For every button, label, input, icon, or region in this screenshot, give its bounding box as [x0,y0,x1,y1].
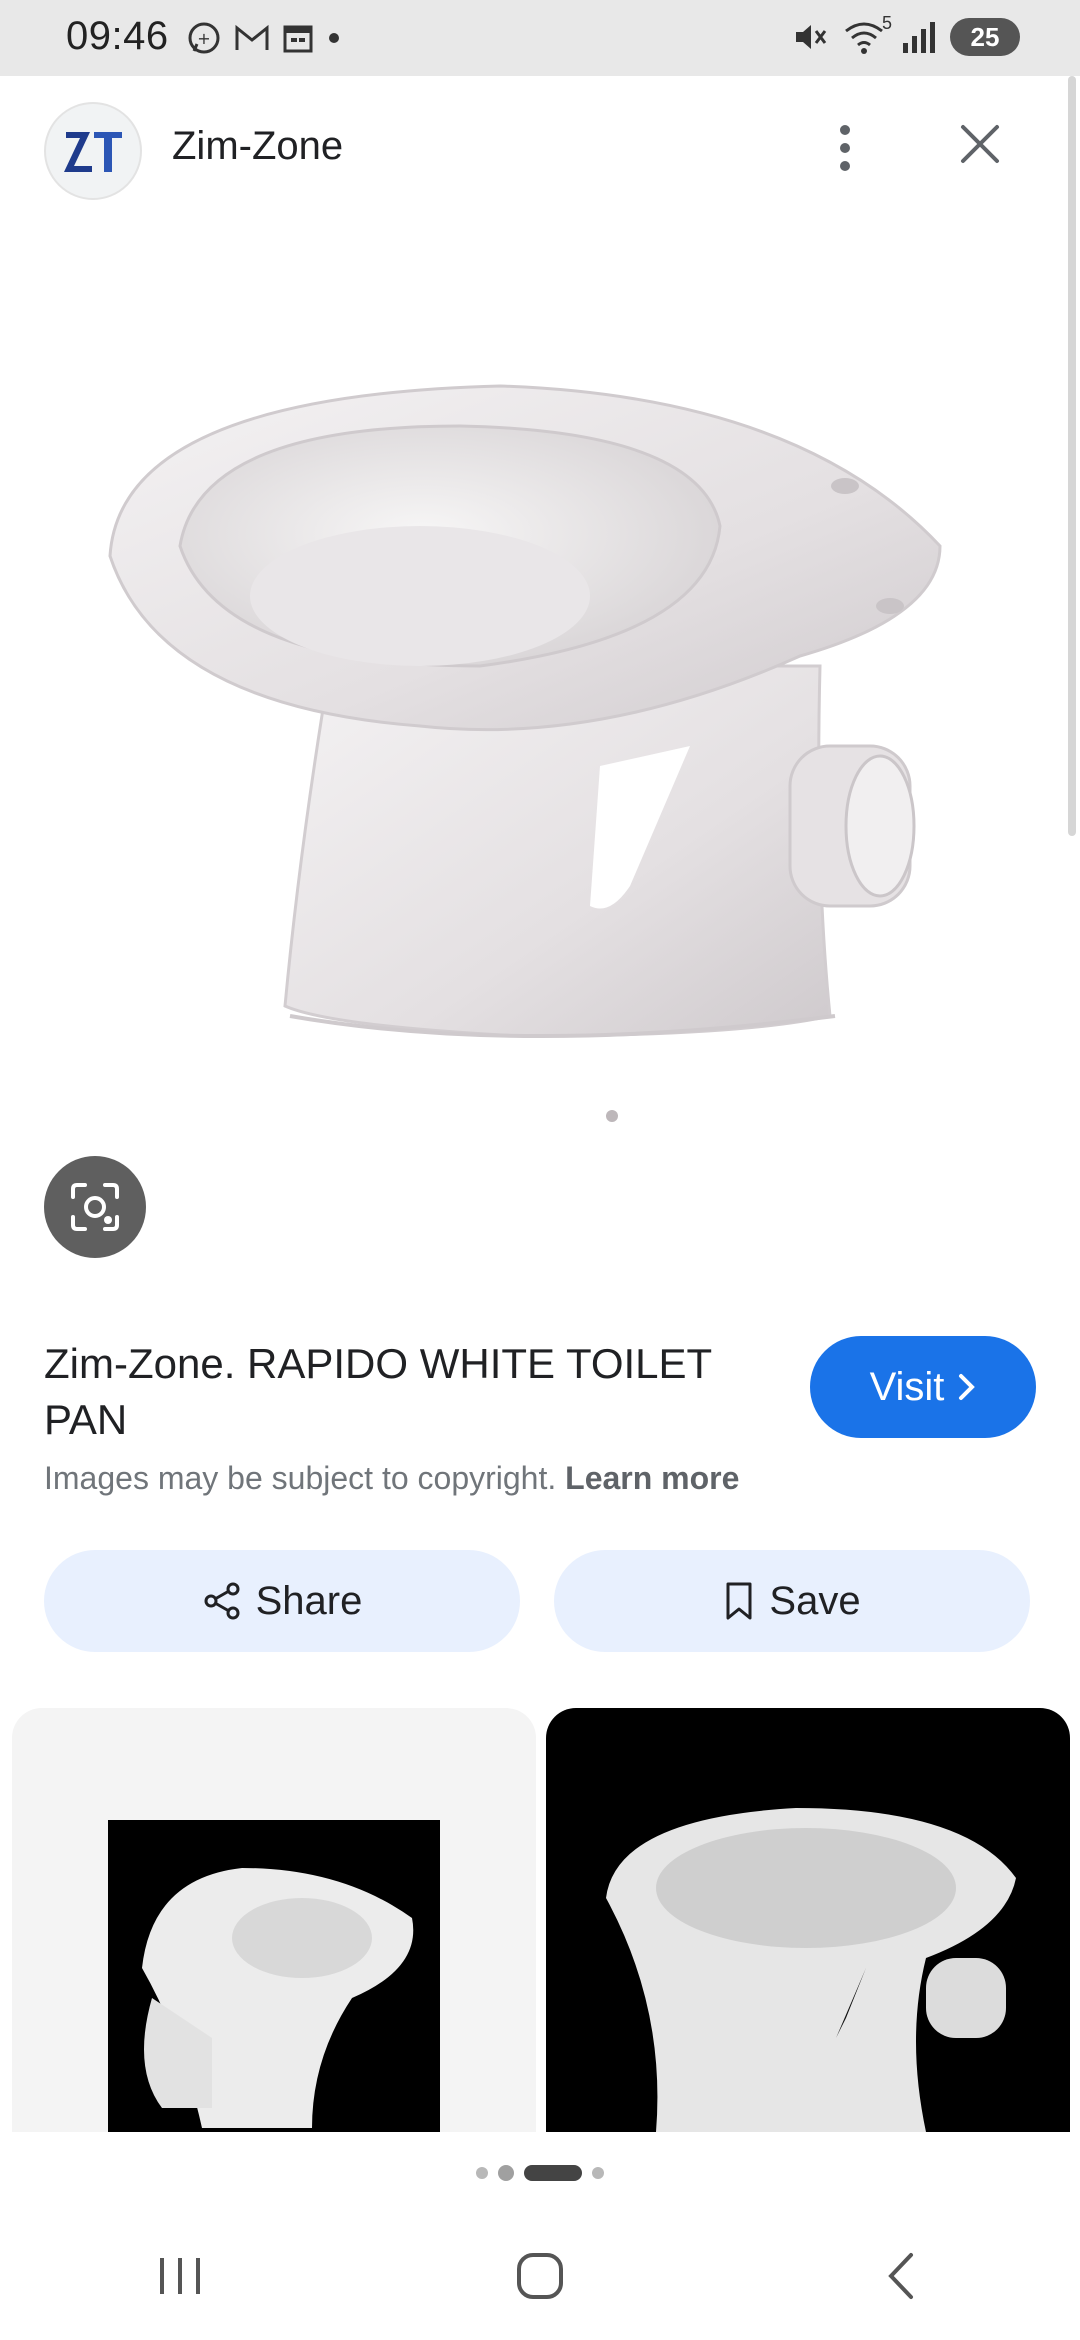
wifi-status: 5 [842,13,892,55]
pager-dot [498,2165,514,2181]
google-lens-button[interactable] [44,1156,146,1258]
close-button[interactable] [950,114,1010,174]
status-bar: 09:46 + 5 25 [0,0,1080,76]
save-button[interactable]: Save [554,1550,1030,1652]
pager-dot-active [524,2165,582,2181]
main-product-image[interactable] [0,226,1080,1266]
close-icon [961,125,999,163]
pager-dot [592,2167,604,2179]
zim-zone-logo-icon [64,132,122,172]
notification-icons: + [186,20,342,56]
home-button[interactable] [480,2226,600,2326]
system-nav-bar [0,2212,1080,2340]
back-icon [888,2253,913,2299]
whatsapp-icon: + [188,22,220,54]
site-logo[interactable] [44,102,142,200]
back-button[interactable] [840,2226,960,2326]
copyright-text: Images may be subject to copyright. [44,1460,557,1496]
share-button[interactable]: Share [44,1550,520,1652]
site-name: Zim-Zone [172,124,344,168]
status-time: 09:46 [66,14,169,58]
header: Zim-Zone [0,76,1080,226]
save-label: Save [769,1578,861,1623]
recents-button[interactable] [120,2226,240,2326]
system-icons: 5 25 [792,13,1020,56]
more-vert-icon [840,125,850,171]
carousel-pager [0,2158,1080,2188]
chevron-right-icon [959,1374,976,1400]
bookmark-icon [726,1582,752,1620]
related-image-thumbnail [606,1808,1016,2132]
related-image-thumbnail [108,1820,440,2132]
gmail-icon [235,24,269,50]
learn-more-link[interactable]: Learn more [565,1460,739,1496]
calendar-icon [283,25,313,53]
visit-label: Visit [869,1364,945,1409]
wifi-icon [845,22,883,54]
result-title: Zim-Zone. RAPIDO WHITE TOILET PAN [44,1340,712,1443]
visit-button[interactable]: Visit [810,1336,1036,1438]
pager-dot [476,2167,488,2179]
signal-icon [903,22,935,53]
related-image-card[interactable] [12,1708,536,2132]
share-icon [204,1582,240,1620]
recents-icon [160,2258,200,2294]
svg-text:+: + [197,29,210,48]
home-icon [517,2253,563,2299]
copyright-notice: Images may be subject to copyright. Lear… [44,1460,739,1497]
wifi-band-label: 5 [881,13,892,33]
more-options-button[interactable] [820,118,870,178]
related-image-card[interactable] [546,1708,1070,2132]
lens-icon [71,1183,119,1231]
battery-indicator: 25 [950,18,1020,56]
dot-icon [329,33,339,43]
share-label: Share [255,1578,363,1623]
mute-icon [796,25,827,49]
